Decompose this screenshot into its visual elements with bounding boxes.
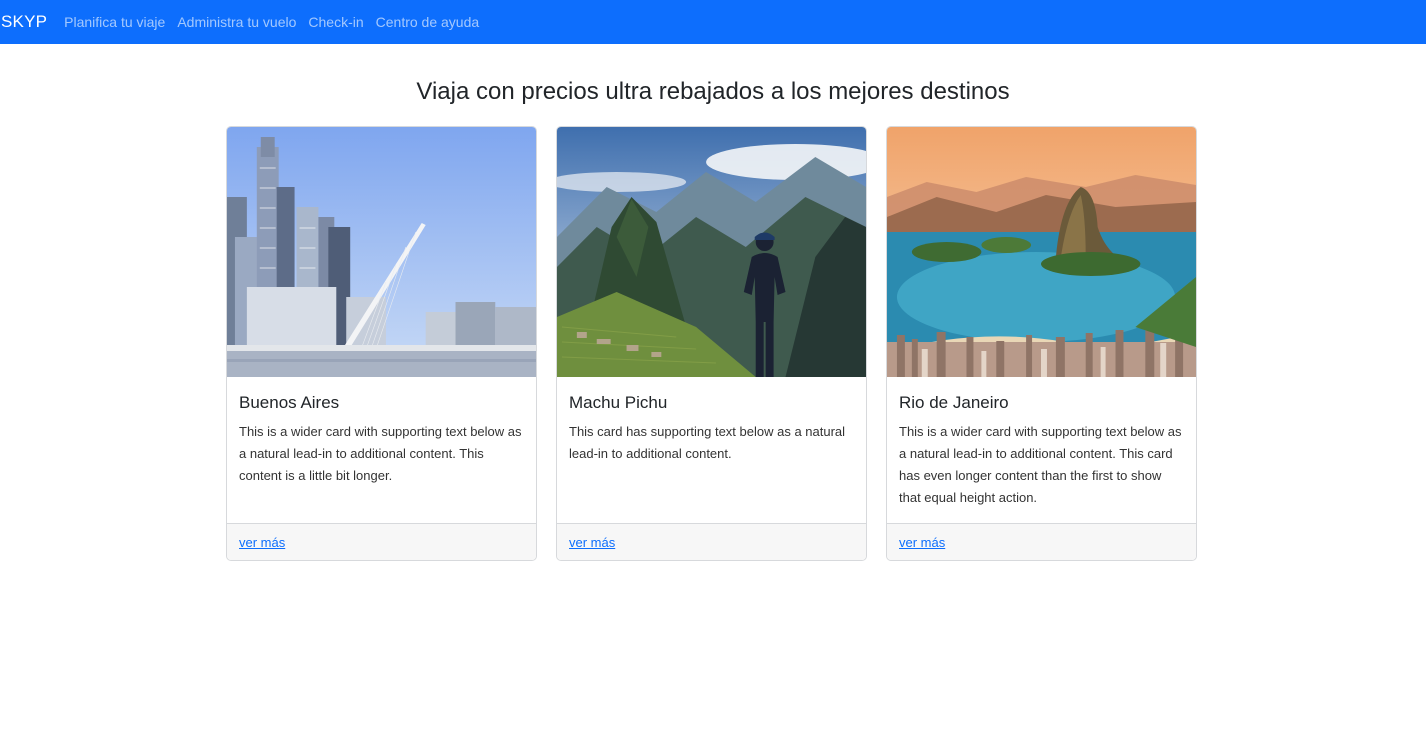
card-title: Machu Pichu xyxy=(569,393,668,412)
card-text: This is a wider card with supporting tex… xyxy=(239,424,522,483)
card-body: Buenos Aires This is a wider card with s… xyxy=(227,377,536,487)
card-footer: ver más xyxy=(557,523,866,560)
nav-link-planifica[interactable]: Planifica tu viaje xyxy=(64,14,165,30)
card-rio-de-janeiro: Rio de Janeiro This is a wider card with… xyxy=(886,126,1197,561)
card-body: Rio de Janeiro This is a wider card with… xyxy=(887,377,1196,509)
ver-mas-link[interactable]: ver más xyxy=(899,535,945,550)
nav-link-administra[interactable]: Administra tu vuelo xyxy=(177,14,296,30)
nav-link-ayuda[interactable]: Centro de ayuda xyxy=(376,14,480,30)
nav-links: Planifica tu viaje Administra tu vuelo C… xyxy=(64,14,479,30)
navbar: SKYP Planifica tu viaje Administra tu vu… xyxy=(0,0,1426,44)
card-text: This card has supporting text below as a… xyxy=(569,424,846,461)
card-body: Machu Pichu This card has supporting tex… xyxy=(557,377,866,465)
page-title: Viaja con precios ultra rebajados a los … xyxy=(416,78,1010,105)
ver-mas-link[interactable]: ver más xyxy=(569,535,615,550)
card-footer: ver más xyxy=(887,523,1196,560)
buenos-aires-image xyxy=(227,127,536,377)
brand-logo[interactable]: SKYP xyxy=(1,12,47,32)
rio-de-janeiro-image xyxy=(887,127,1196,377)
ver-mas-link[interactable]: ver más xyxy=(239,535,285,550)
destination-cards: Buenos Aires This is a wider card with s… xyxy=(226,126,1197,561)
card-title: Rio de Janeiro xyxy=(899,393,1009,412)
nav-link-checkin[interactable]: Check-in xyxy=(308,14,363,30)
card-text: This is a wider card with supporting tex… xyxy=(899,424,1182,505)
card-footer: ver más xyxy=(227,523,536,560)
machu-pichu-image xyxy=(557,127,866,377)
card-buenos-aires: Buenos Aires This is a wider card with s… xyxy=(226,126,537,561)
card-machu-pichu: Machu Pichu This card has supporting tex… xyxy=(556,126,867,561)
card-title: Buenos Aires xyxy=(239,393,340,412)
